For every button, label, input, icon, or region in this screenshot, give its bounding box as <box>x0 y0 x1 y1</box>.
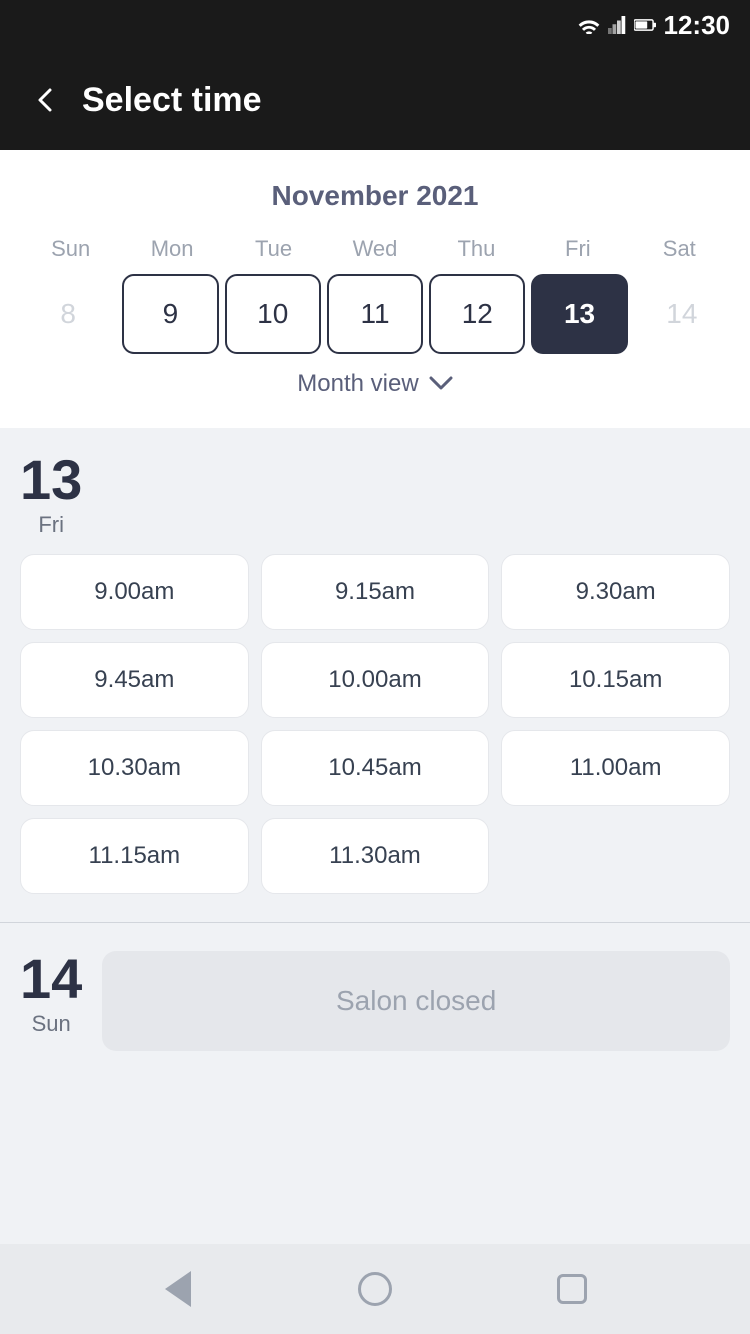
battery-icon <box>634 16 656 34</box>
weekday-sat: Sat <box>629 236 730 262</box>
time-slot-1030[interactable]: 10.30am <box>20 730 249 806</box>
salon-closed-label: Salon closed <box>102 951 730 1051</box>
weekday-fri: Fri <box>527 236 628 262</box>
section-divider <box>0 922 750 923</box>
day-12[interactable]: 12 <box>429 274 525 354</box>
status-bar: 12:30 <box>0 0 750 50</box>
day-11[interactable]: 11 <box>327 274 423 354</box>
weekday-mon: Mon <box>121 236 222 262</box>
time-slot-930[interactable]: 9.30am <box>501 554 730 630</box>
time-slot-1015[interactable]: 10.15am <box>501 642 730 718</box>
home-nav-icon <box>358 1272 392 1306</box>
day-14-number: 14 <box>20 951 82 1007</box>
back-button[interactable] <box>30 84 62 116</box>
day-13-name: Fri <box>38 512 64 538</box>
day-13[interactable]: 13 <box>531 274 627 354</box>
time-slot-945[interactable]: 9.45am <box>20 642 249 718</box>
time-slot-1100[interactable]: 11.00am <box>501 730 730 806</box>
days-row: 8 9 10 11 12 13 14 <box>20 274 730 354</box>
month-view-toggle[interactable]: Month view <box>20 354 730 408</box>
day-13-number: 13 <box>20 452 82 508</box>
weekday-thu: Thu <box>426 236 527 262</box>
day-14-name: Sun <box>32 1011 71 1037</box>
day-13-label: 13 Fri <box>20 452 82 538</box>
signal-icon <box>606 16 628 34</box>
day-14-content: 14 Sun Salon closed <box>20 951 730 1051</box>
back-nav-icon <box>165 1271 191 1307</box>
time-slot-1045[interactable]: 10.45am <box>261 730 490 806</box>
weekday-header: Sun Mon Tue Wed Thu Fri Sat <box>20 236 730 262</box>
app-header: Select time <box>0 50 750 150</box>
recents-nav-icon <box>557 1274 587 1304</box>
day-9[interactable]: 9 <box>122 274 218 354</box>
time-slot-900[interactable]: 9.00am <box>20 554 249 630</box>
weekday-sun: Sun <box>20 236 121 262</box>
nav-recents-button[interactable] <box>550 1267 594 1311</box>
day-13-header: 13 Fri <box>20 452 730 538</box>
status-icons <box>578 16 656 34</box>
day-14-section: 14 Sun Salon closed <box>0 927 750 1081</box>
status-time: 12:30 <box>664 10 731 41</box>
weekday-wed: Wed <box>324 236 425 262</box>
month-title: November 2021 <box>20 180 730 212</box>
time-slot-1130[interactable]: 11.30am <box>261 818 490 894</box>
time-slot-1115[interactable]: 11.15am <box>20 818 249 894</box>
bottom-nav <box>0 1244 750 1334</box>
weekday-tue: Tue <box>223 236 324 262</box>
day-8[interactable]: 8 <box>20 274 116 354</box>
time-slot-1000[interactable]: 10.00am <box>261 642 490 718</box>
month-view-label: Month view <box>297 370 418 398</box>
time-slot-915[interactable]: 9.15am <box>261 554 490 630</box>
page-title: Select time <box>82 81 262 120</box>
day-14-label: 14 Sun <box>20 951 82 1037</box>
day-14[interactable]: 14 <box>634 274 730 354</box>
wifi-icon <box>578 16 600 34</box>
nav-back-button[interactable] <box>156 1267 200 1311</box>
nav-home-button[interactable] <box>353 1267 397 1311</box>
time-slots-grid-13: 9.00am 9.15am 9.30am 9.45am 10.00am 10.1… <box>20 554 730 894</box>
day-10[interactable]: 10 <box>225 274 321 354</box>
day-13-section: 13 Fri 9.00am 9.15am 9.30am 9.45am 10.00… <box>0 428 750 918</box>
chevron-down-icon <box>429 376 453 392</box>
calendar-section: November 2021 Sun Mon Tue Wed Thu Fri Sa… <box>0 150 750 428</box>
